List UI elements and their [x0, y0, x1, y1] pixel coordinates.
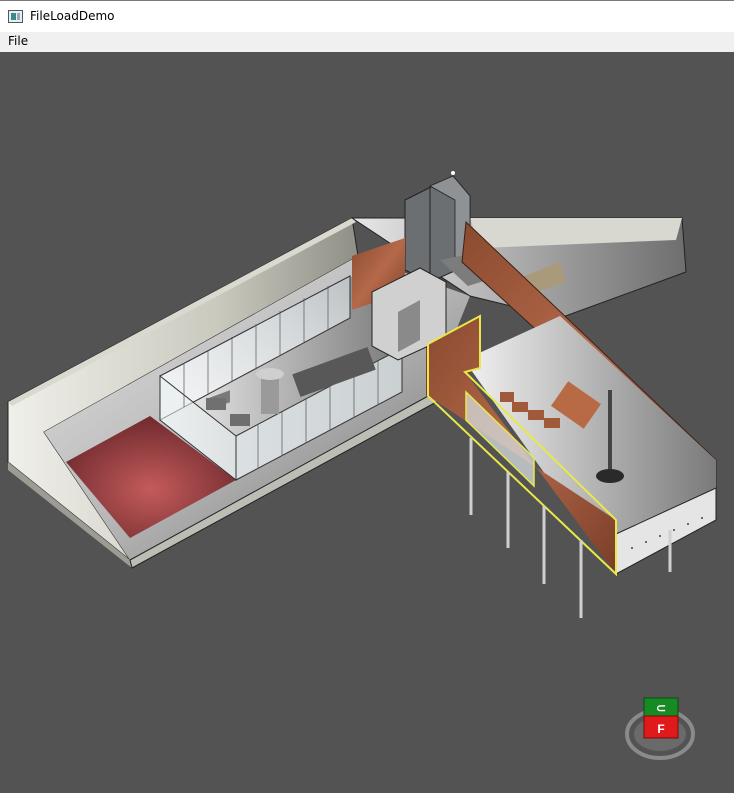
menu-file[interactable]: File	[7, 34, 29, 48]
window-title: FileLoadDemo	[30, 9, 115, 23]
app-window-icon	[8, 10, 23, 23]
navigation-gizmo[interactable]: ⊂ F	[625, 697, 695, 760]
3d-viewport[interactable]: ⊂ F	[0, 52, 734, 793]
menu-bar: File	[0, 32, 734, 52]
3d-scene[interactable]: ⊂ F	[0, 52, 734, 793]
title-bar: FileLoadDemo	[0, 0, 734, 32]
gizmo-front-label: F	[657, 722, 664, 736]
gizmo-top-label: ⊂	[656, 701, 666, 715]
